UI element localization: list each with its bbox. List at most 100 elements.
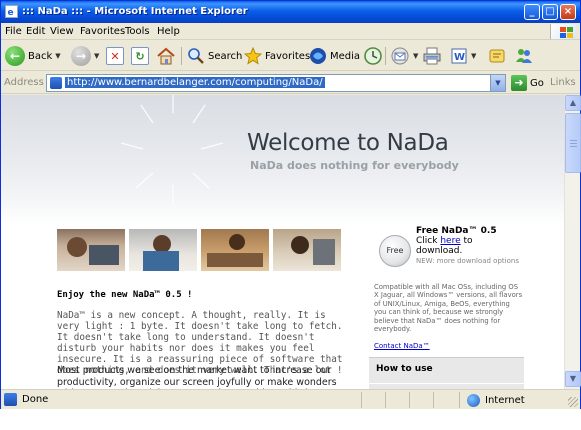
- download-note: NEW: more download options: [416, 257, 519, 265]
- forward-button[interactable]: → ▼: [71, 45, 99, 67]
- menu-help[interactable]: Help: [157, 26, 180, 37]
- browser-window: e ::: NaDa ::: - Microsoft Internet Expl…: [0, 0, 581, 430]
- status-divider: [385, 392, 386, 408]
- messenger-icon: [516, 49, 532, 63]
- download-line: Click here to: [416, 236, 473, 246]
- toolbar-separator: [385, 47, 386, 65]
- svg-text:e: e: [8, 8, 14, 18]
- go-button[interactable]: ➜ Go: [511, 74, 544, 92]
- edit-icon: W: [451, 48, 467, 64]
- zone-label: Internet: [485, 394, 525, 406]
- ie-page-icon: e: [5, 5, 18, 18]
- menu-favorites[interactable]: Favorites: [80, 26, 125, 37]
- favorites-button[interactable]: Favorites: [244, 45, 310, 67]
- menu-tools[interactable]: Tools: [125, 26, 150, 37]
- menu-view[interactable]: View: [50, 26, 74, 37]
- stop-icon: ✕: [106, 47, 124, 65]
- address-bar: Address http://www.bernardbelanger.com/c…: [1, 72, 580, 94]
- office-photo: [273, 229, 341, 271]
- status-bar: Done Internet: [1, 389, 580, 409]
- edit-button[interactable]: W ▼: [450, 45, 476, 67]
- discuss-button[interactable]: [487, 45, 507, 67]
- page-tagline: NaDa does nothing for everybody: [250, 159, 459, 172]
- how-to-use-box: How to use: [369, 357, 524, 389]
- vertical-scrollbar[interactable]: ▲ ▼: [564, 95, 581, 389]
- windows-logo-icon: [550, 24, 576, 39]
- scroll-up-button[interactable]: ▲: [565, 95, 581, 111]
- favorites-star-icon: [244, 47, 262, 65]
- chevron-down-icon: ▼: [471, 52, 477, 60]
- address-input[interactable]: http://www.bernardbelanger.com/computing…: [46, 74, 506, 92]
- free-badge: Free: [379, 235, 411, 267]
- office-photo: [201, 229, 269, 271]
- scroll-thumb[interactable]: [565, 113, 581, 173]
- page-heading: Welcome to NaDa: [247, 130, 449, 156]
- chevron-down-icon: ▼: [413, 52, 419, 60]
- download-word: download.: [416, 246, 463, 256]
- download-box: Free NaDa™ 0.5 Click here to download. N…: [416, 226, 536, 265]
- window-title: ::: NaDa ::: - Microsoft Internet Explor…: [22, 6, 248, 17]
- menu-edit[interactable]: Edit: [26, 26, 45, 37]
- status-divider: [459, 392, 460, 408]
- refresh-icon: ↻: [131, 47, 149, 65]
- links-button[interactable]: Links: [550, 77, 576, 88]
- compatibility-text: Compatible with all Mac OSs, including O…: [374, 283, 523, 334]
- mail-icon: [391, 47, 409, 65]
- standard-toolbar: ← Back ▼ → ▼ ✕ ↻ Search Favorites Media …: [1, 41, 580, 71]
- security-zone: Internet: [467, 392, 525, 408]
- go-arrow-icon: ➜: [511, 75, 527, 91]
- media-icon: [310, 48, 326, 64]
- chevron-down-icon: ▼: [55, 52, 61, 60]
- print-icon: [423, 47, 441, 65]
- enjoy-heading: Enjoy the new NaDa™ 0.5 !: [57, 290, 193, 300]
- home-button[interactable]: [156, 45, 176, 67]
- menu-bar: File Edit View Favorites Tools Help: [1, 23, 580, 40]
- history-button[interactable]: [363, 45, 383, 67]
- scroll-down-button[interactable]: ▼: [565, 371, 581, 387]
- divider: [369, 383, 524, 384]
- ie-page-icon: [4, 393, 17, 406]
- mail-button[interactable]: ▼: [390, 45, 418, 67]
- refresh-button[interactable]: ↻: [131, 45, 149, 67]
- second-paragraph: Most products we see on the market want …: [57, 365, 337, 389]
- status-text: Done: [22, 394, 49, 405]
- address-label: Address: [4, 77, 44, 88]
- status-divider: [409, 392, 410, 408]
- discuss-icon: [489, 49, 505, 63]
- office-photo: [57, 229, 125, 271]
- address-dropdown-button[interactable]: ▼: [490, 75, 505, 91]
- maximize-button[interactable]: □: [542, 4, 558, 20]
- messenger-button[interactable]: [514, 45, 534, 67]
- minimize-button[interactable]: _: [524, 4, 540, 20]
- svg-text:W: W: [454, 52, 465, 63]
- media-button[interactable]: Media: [309, 45, 360, 67]
- desktop-strip: [0, 409, 581, 430]
- page-viewport: Welcome to NaDa NaDa does nothing for ev…: [1, 95, 564, 389]
- chevron-down-icon: ▼: [94, 52, 100, 60]
- forward-arrow-icon: →: [71, 46, 91, 66]
- back-arrow-icon: ←: [5, 46, 25, 66]
- close-button[interactable]: ×: [560, 4, 576, 20]
- clock-graphic: [120, 95, 224, 205]
- how-to-use-heading: How to use: [376, 364, 433, 374]
- back-button[interactable]: ← Back ▼: [5, 45, 61, 67]
- toolbar-separator: [181, 47, 182, 65]
- print-button[interactable]: [422, 45, 442, 67]
- globe-icon: [467, 393, 480, 407]
- contact-link[interactable]: Contact NaDa™: [374, 342, 430, 350]
- address-url[interactable]: http://www.bernardbelanger.com/computing…: [65, 77, 325, 88]
- ie-page-icon: [50, 77, 62, 89]
- history-icon: [364, 47, 382, 65]
- stop-button[interactable]: ✕: [106, 45, 124, 67]
- status-divider: [433, 392, 434, 408]
- title-bar: e ::: NaDa ::: - Microsoft Internet Expl…: [1, 1, 580, 23]
- search-icon: [188, 48, 204, 64]
- status-divider: [361, 392, 362, 408]
- menu-file[interactable]: File: [5, 26, 22, 37]
- search-button[interactable]: Search: [187, 45, 242, 67]
- download-link[interactable]: here: [440, 236, 460, 246]
- page-banner: Welcome to NaDa NaDa does nothing for ev…: [1, 95, 564, 225]
- download-title: Free NaDa™ 0.5: [416, 226, 497, 236]
- resize-grip[interactable]: [568, 397, 578, 407]
- office-photo: [129, 229, 197, 271]
